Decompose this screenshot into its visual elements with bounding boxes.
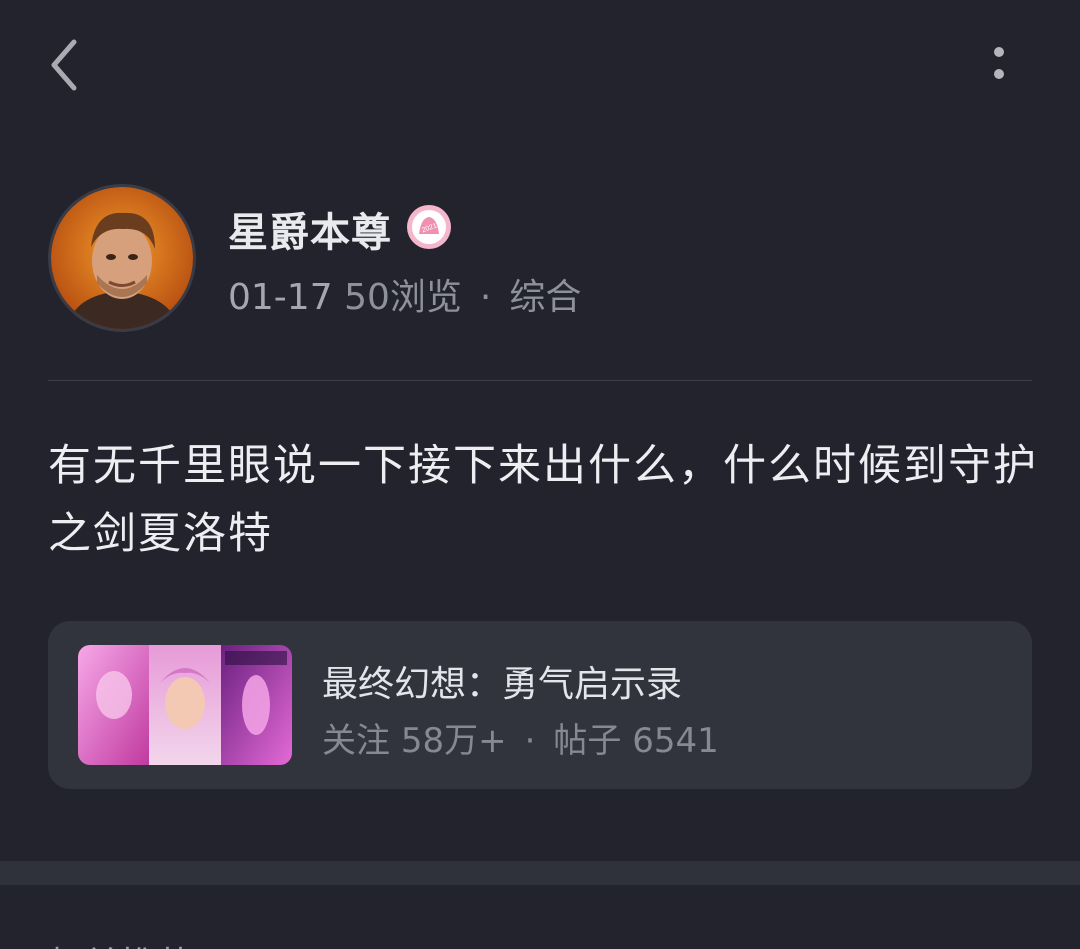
more-vertical-icon	[994, 47, 1004, 79]
post-meta: 01-17 50浏览 · 综合	[228, 268, 581, 320]
related-section-title: 相关推荐	[48, 936, 192, 949]
forum-stats: 关注 58万+ · 帖子 6541	[322, 713, 719, 762]
forum-title: 最终幻想：勇气启示录	[322, 664, 683, 705]
view-count: 50浏览	[344, 277, 462, 318]
post-category[interactable]: 综合	[509, 277, 581, 318]
back-button[interactable]	[40, 30, 96, 100]
forum-thumbnail	[78, 645, 292, 765]
section-separator	[0, 861, 1080, 885]
avatar[interactable]	[48, 184, 196, 332]
user-badge-icon: 2021	[406, 204, 452, 250]
posts-label: 帖子	[553, 721, 622, 761]
forum-card[interactable]: 最终幻想：勇气启示录 关注 58万+ · 帖子 6541	[48, 621, 1032, 789]
post-content: 有无千里眼说一下接下来出什么，什么时候到守护之剑夏洛特	[48, 441, 1038, 559]
stats-separator: ·	[524, 721, 536, 761]
chevron-left-icon	[51, 39, 77, 91]
post-date: 01-17	[228, 277, 333, 318]
followers-label: 关注	[322, 721, 390, 761]
more-button[interactable]	[975, 38, 1023, 94]
posts-count: 6541	[632, 721, 719, 761]
divider	[48, 380, 1032, 381]
followers-count: 58万+	[400, 721, 507, 761]
meta-separator: ·	[479, 277, 492, 318]
post-detail-page: 星爵本尊 2021 01-17 50浏览 · 综合 有无千里眼说一下接下来出什么，什…	[0, 0, 1080, 949]
author-name[interactable]: 星爵本尊	[228, 200, 392, 258]
